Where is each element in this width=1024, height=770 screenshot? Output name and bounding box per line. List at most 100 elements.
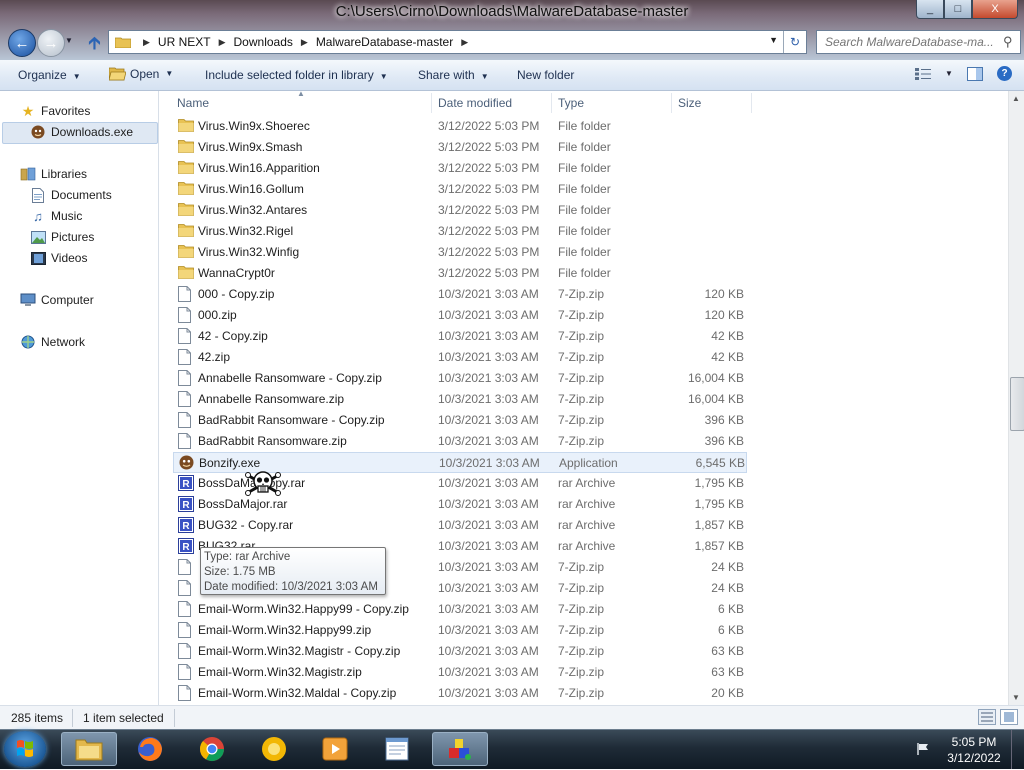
maximize-button[interactable]: □ — [944, 0, 972, 19]
scroll-down-icon[interactable]: ▼ — [1012, 693, 1020, 702]
nav-item-documents[interactable]: Documents — [30, 187, 112, 203]
file-size: 1,795 KB — [694, 476, 744, 490]
file-row[interactable]: BadRabbit Ransomware - Copy.zip 10/3/2021… — [173, 410, 747, 431]
refresh-icon[interactable]: ↻ — [783, 31, 806, 53]
column-header-name[interactable]: Name — [177, 91, 209, 115]
nav-item-downloads-exe[interactable]: Downloads.exe — [30, 124, 133, 140]
file-row[interactable]: Email-Worm.Win32.Magistr.zip 10/3/2021 3:… — [173, 662, 747, 683]
file-row[interactable]: BadRabbit Ransomware.zip 10/3/2021 3:03 A… — [173, 431, 747, 452]
file-row[interactable]: Virus.Win32.Rigel 3/12/2022 5:03 PM File f… — [173, 221, 747, 242]
videos-icon — [30, 250, 46, 266]
start-button[interactable] — [4, 731, 46, 767]
file-row[interactable]: Virus.Win32.Winfig 3/12/2022 5:03 PM File … — [173, 242, 747, 263]
address-dropdown-icon[interactable]: ▼ — [769, 35, 778, 45]
file-row[interactable]: 42.zip 10/3/2021 3:03 AM 7-Zip.zip 42 KB — [173, 347, 747, 368]
file-date-modified: 10/3/2021 3:03 AM — [438, 623, 539, 637]
file-row[interactable]: 000.zip 10/3/2021 3:03 AM 7-Zip.zip 120 KB — [173, 305, 747, 326]
include-in-library-menu[interactable]: Include selected folder in library ▼ — [205, 68, 388, 82]
file-row[interactable]: Email-Worm.Win32.Magistr - Copy.zip 10/3/… — [173, 641, 747, 662]
file-row[interactable]: Email-Worm.Win32.Happy99.zip 10/3/2021 3:… — [173, 620, 747, 641]
share-with-menu[interactable]: Share with ▼ — [418, 68, 489, 82]
chevron-right-icon[interactable]: ▶ — [219, 37, 226, 48]
file-date-modified: 3/12/2022 5:03 PM — [438, 119, 540, 133]
details-view-icon[interactable] — [978, 709, 996, 725]
file-row[interactable]: Annabelle Ransomware - Copy.zip 10/3/2021… — [173, 368, 747, 389]
taskbar-firefox[interactable] — [122, 732, 178, 766]
change-view-button[interactable] — [915, 67, 931, 81]
search-box[interactable]: ⚲ — [816, 30, 1021, 54]
column-divider[interactable] — [551, 93, 552, 113]
scrollbar-thumb[interactable] — [1010, 377, 1024, 431]
taskbar-media-player[interactable] — [307, 732, 363, 766]
file-row[interactable]: Virus.Win16.Apparition 3/12/2022 5:03 PM F… — [173, 158, 747, 179]
selection-count: 1 item selected — [83, 711, 164, 725]
nav-item-music[interactable]: ♫ Music — [30, 208, 82, 224]
taskbar-notepad[interactable] — [369, 732, 425, 766]
close-button[interactable]: X — [972, 0, 1018, 19]
up-level-button[interactable]: 🡱 — [88, 31, 101, 61]
column-divider[interactable] — [671, 93, 672, 113]
address-bar[interactable]: ▶ UR NEXT ▶ Downloads ▶ MalwareDatabase-… — [108, 30, 807, 54]
file-size: 1,795 KB — [694, 497, 744, 511]
scroll-up-icon[interactable]: ▲ — [1012, 94, 1020, 103]
breadcrumb-item-malwaredatabase[interactable]: MalwareDatabase-master — [316, 35, 453, 49]
minimize-button[interactable]: _ — [916, 0, 944, 19]
recent-pages-dropdown[interactable]: ▼ — [65, 36, 73, 45]
new-folder-button[interactable]: New folder — [517, 68, 574, 82]
column-divider[interactable] — [751, 93, 752, 113]
chevron-right-icon[interactable]: ▶ — [461, 37, 468, 48]
command-bar: Organize ▼ Open ▼ Include selected folder … — [0, 60, 1024, 91]
file-row[interactable]: Virus.Win32.Antares 3/12/2022 5:03 PM File… — [173, 200, 747, 221]
forward-button[interactable]: → — [37, 29, 65, 57]
breadcrumb-item-downloads[interactable]: Downloads — [234, 35, 293, 49]
file-type: rar Archive — [558, 518, 616, 532]
large-icons-view-icon[interactable] — [1000, 709, 1018, 725]
show-desktop-button[interactable] — [1011, 730, 1024, 769]
organize-menu[interactable]: Organize ▼ — [18, 68, 81, 82]
taskbar-explorer[interactable] — [61, 732, 117, 766]
file-row[interactable]: Email-Worm.Win32.Maldal - Copy.zip 10/3/2… — [173, 683, 747, 704]
vertical-scrollbar[interactable]: ▲ ▼ — [1008, 91, 1024, 705]
column-header-size[interactable]: Size — [678, 91, 701, 115]
column-header-date[interactable]: Date modified — [438, 91, 512, 115]
file-row[interactable]: Virus.Win16.Gollum 3/12/2022 5:03 PM File … — [173, 179, 747, 200]
file-type: 7-Zip.zip — [558, 434, 605, 448]
file-size: 1,857 KB — [694, 518, 744, 532]
back-button[interactable]: ← — [8, 29, 36, 57]
view-dropdown-icon[interactable]: ▼ — [945, 67, 953, 81]
search-input[interactable] — [823, 34, 1003, 50]
nav-network[interactable]: Network — [20, 334, 85, 350]
file-row[interactable]: Virus.Win9x.Shoerec 3/12/2022 5:03 PM File… — [173, 116, 747, 137]
column-header-type[interactable]: Type — [558, 91, 584, 115]
nav-item-pictures[interactable]: Pictures — [30, 229, 94, 245]
file-date-modified: 3/12/2022 5:03 PM — [438, 140, 540, 154]
file-row[interactable]: 42 - Copy.zip 10/3/2021 3:03 AM 7-Zip.zip 4… — [173, 326, 747, 347]
open-button[interactable]: Open ▼ — [109, 66, 173, 81]
file-list: ▲ Name Date modified Type Size Virus.Win… — [159, 91, 1008, 705]
file-row[interactable]: WannaCrypt0r 3/12/2022 5:03 PM File folder — [173, 263, 747, 284]
search-icon[interactable]: ⚲ — [1003, 34, 1013, 50]
computer-icon — [20, 292, 36, 308]
file-row[interactable]: 000 - Copy.zip 10/3/2021 3:03 AM 7-Zip.zip… — [173, 284, 747, 305]
nav-item-videos[interactable]: Videos — [30, 250, 87, 266]
chevron-right-icon[interactable]: ▶ — [301, 37, 308, 48]
file-row[interactable]: Virus.Win9x.Smash 3/12/2022 5:03 PM File f… — [173, 137, 747, 158]
help-icon[interactable]: ? — [997, 66, 1012, 81]
nav-libraries[interactable]: Libraries — [20, 166, 87, 182]
file-size: 6 KB — [717, 602, 744, 616]
preview-pane-button[interactable] — [967, 66, 983, 81]
file-size: 6 KB — [717, 623, 744, 637]
taskbar-app-blocks[interactable] — [432, 732, 488, 766]
file-row[interactable]: Annabelle Ransomware.zip 10/3/2021 3:03 A… — [173, 389, 747, 410]
nav-favorites[interactable]: ★ Favorites — [20, 103, 91, 119]
action-center-flag-icon[interactable] — [916, 742, 930, 759]
breadcrumb-item-ur-next[interactable]: UR NEXT — [158, 35, 211, 49]
file-row[interactable]: R BUG32 - Copy.rar 10/3/2021 3:03 AM rar Ar… — [173, 515, 747, 536]
chevron-right-icon[interactable]: ▶ — [143, 37, 150, 48]
system-clock[interactable]: 5:05 PM 3/12/2022 — [944, 734, 1004, 766]
file-row[interactable]: Email-Worm.Win32.Happy99 - Copy.zip 10/3/… — [173, 599, 747, 620]
nav-computer[interactable]: Computer — [20, 292, 94, 308]
taskbar-app-yellow[interactable] — [246, 732, 302, 766]
taskbar-chrome[interactable] — [184, 732, 240, 766]
column-divider[interactable] — [431, 93, 432, 113]
